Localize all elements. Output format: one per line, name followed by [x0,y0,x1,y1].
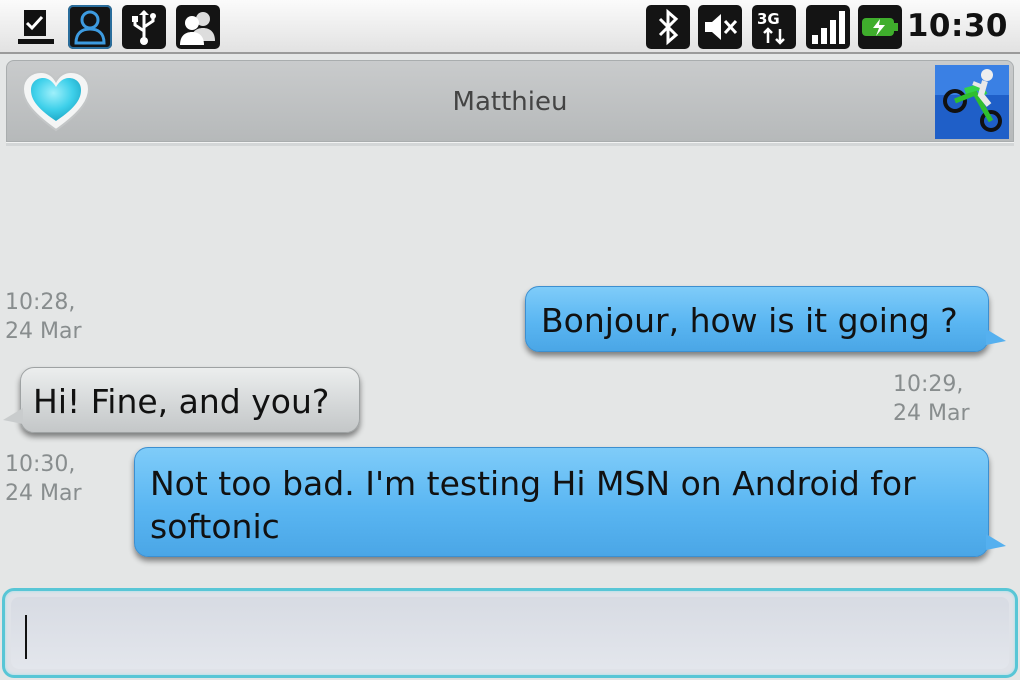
timestamp-time: 10:29, [893,372,964,397]
battery-charging-icon [858,5,902,49]
message-timestamp: 10:30, 24 Mar [5,450,82,508]
download-complete-icon[interactable] [14,5,58,49]
compose-input-area[interactable] [11,597,1009,669]
timestamp-date: 24 Mar [5,481,82,506]
incoming-message-bubble[interactable]: Hi! Fine, and you? [3,367,360,433]
text-cursor [25,615,27,659]
contacts-icon[interactable] [176,5,220,49]
timestamp-date: 24 Mar [5,319,82,344]
header-divider [6,142,1014,146]
usb-icon[interactable] [122,5,166,49]
svg-text:3G: 3G [757,10,780,28]
message-timestamp: 10:28, 24 Mar [5,288,82,346]
timestamp-time: 10:30, [5,452,76,477]
3g-data-icon: 3G [752,5,796,49]
message-text: Bonjour, how is it going ? [541,301,958,340]
bubble-tail [986,534,1006,550]
bubble-tail [3,408,23,424]
outgoing-message-bubble[interactable]: Bonjour, how is it going ? [525,286,1006,352]
status-bar: 3G 10:30 [0,0,1020,54]
contact-avatar[interactable] [935,65,1009,139]
signal-icon [806,5,850,49]
clock: 10:30 [906,8,1008,44]
message-timestamp: 10:29, 24 Mar [893,370,970,428]
muted-speaker-icon [698,5,742,49]
message-compose-field[interactable] [2,588,1018,678]
message-text: Not too bad. I'm testing Hi MSN on Andro… [150,464,916,546]
conversation-header: Matthieu [6,60,1014,142]
contact-name: Matthieu [452,87,568,117]
contact-presence-icon[interactable] [68,5,112,49]
bubble-tail [986,329,1006,345]
bluetooth-icon [646,5,690,49]
message-text: Hi! Fine, and you? [33,382,330,421]
timestamp-time: 10:28, [5,290,76,315]
outgoing-message-bubble[interactable]: Not too bad. I'm testing Hi MSN on Andro… [134,447,1006,557]
timestamp-date: 24 Mar [893,401,970,426]
